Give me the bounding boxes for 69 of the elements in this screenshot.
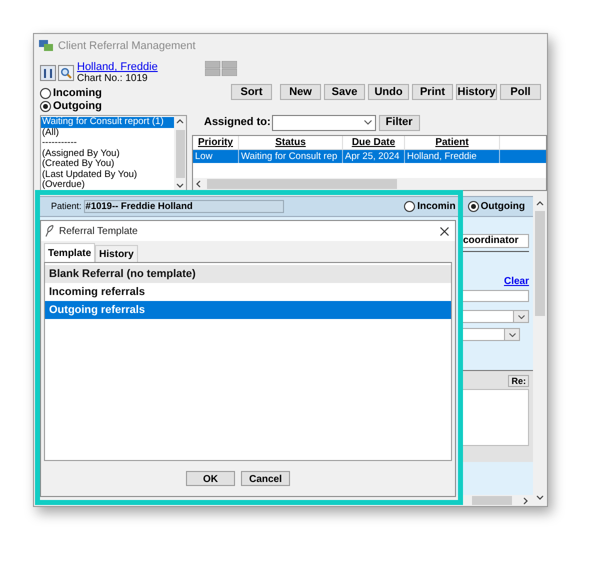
vertical-scrollbar[interactable] [174, 116, 186, 192]
patient-field: #1019-- Freddie Holland [84, 200, 284, 213]
scroll-right-icon[interactable] [522, 496, 530, 504]
scroll-up-icon[interactable] [176, 118, 184, 126]
layout-grid-icon[interactable] [205, 61, 237, 76]
dialog-tab[interactable]: Template [44, 243, 96, 262]
toolbar-button[interactable]: Sort [231, 84, 272, 100]
horizontal-scrollbar[interactable] [193, 178, 546, 190]
dialog-title: Referral Template [59, 224, 138, 238]
radio-label[interactable]: Outgoing [480, 199, 525, 214]
dialog-button[interactable]: OK [186, 471, 235, 486]
template-item[interactable]: Outgoing referrals [45, 301, 451, 319]
scroll-down-icon[interactable] [536, 494, 544, 502]
radio-button[interactable] [40, 88, 51, 99]
template-item[interactable]: Blank Referral (no template) [45, 265, 451, 283]
chart-number: Chart No.: 1019 [77, 73, 149, 85]
chevron-down-icon [518, 314, 524, 318]
search-icon[interactable] [58, 65, 74, 81]
table-cell: Holland, Freddie [405, 150, 500, 163]
panel-toggle-icon[interactable] [40, 65, 56, 81]
filter-item[interactable]: (Created By You) [41, 159, 174, 170]
notes-field[interactable] [461, 389, 529, 446]
chevron-down-icon [364, 120, 372, 125]
filter-item[interactable]: Waiting for Consult report (1) [41, 117, 174, 128]
dialog-button[interactable]: Cancel [241, 471, 290, 486]
table-row[interactable]: Low Waiting for Consult rep Apr 25, 2024 Holland, Freddie [193, 150, 546, 163]
coordinator-field[interactable]: coordinator [461, 234, 529, 248]
column-header[interactable]: Status [239, 136, 343, 149]
scrollbar-thumb[interactable] [176, 130, 184, 178]
vertical-scrollbar[interactable] [533, 196, 547, 506]
radio-button[interactable] [40, 101, 51, 112]
filter-item[interactable]: (Overdue) [41, 180, 174, 190]
scroll-left-icon[interactable] [195, 180, 203, 188]
table-cell: Low [193, 150, 239, 163]
text-field[interactable] [461, 290, 529, 302]
reply-button[interactable]: Re: [508, 375, 529, 387]
filter-button[interactable]: Filter [378, 114, 420, 130]
dialog-tab[interactable]: History [95, 245, 138, 262]
window-title: Client Referral Management [58, 38, 196, 54]
scrollbar-thumb[interactable] [472, 496, 512, 505]
scrollbar-thumb[interactable] [535, 211, 545, 316]
filter-item[interactable]: ----------- [41, 138, 174, 148]
scrollbar-thumb[interactable] [207, 179, 397, 189]
toolbar-button[interactable]: History [456, 84, 497, 100]
patient-link[interactable]: Holland, Freddie [77, 61, 158, 73]
radio-button[interactable] [404, 201, 416, 212]
toolbar-button[interactable]: Print [412, 84, 453, 100]
chevron-down-icon [508, 332, 516, 336]
column-header[interactable]: Priority [193, 136, 239, 149]
toolbar-button[interactable]: Undo [368, 84, 409, 100]
radio-button[interactable] [468, 201, 479, 212]
clear-link[interactable]: Clear [504, 276, 529, 288]
assigned-dropdown[interactable] [272, 114, 376, 130]
close-icon[interactable] [440, 226, 449, 236]
toolbar-button[interactable]: Poll [500, 84, 541, 100]
filter-item[interactable]: (Last Updated By You) [41, 170, 174, 180]
column-header[interactable]: Patient [405, 136, 500, 149]
assigned-label: Assigned to: [204, 115, 271, 130]
table-cell: Waiting for Consult rep [239, 150, 343, 163]
toolbar-button[interactable]: Save [324, 84, 365, 100]
toolbar-button[interactable]: New [280, 84, 321, 100]
patient-label: Patient: [51, 200, 82, 213]
table-cell: Apr 25, 2024 [343, 150, 405, 163]
radio-label[interactable]: Incomin [417, 199, 456, 214]
filter-item[interactable]: (Assigned By You) [41, 148, 174, 159]
filter-item[interactable]: (All) [41, 128, 174, 138]
column-header[interactable]: Due Date [343, 136, 405, 149]
scroll-up-icon[interactable] [536, 200, 544, 208]
scroll-down-icon[interactable] [176, 182, 184, 190]
